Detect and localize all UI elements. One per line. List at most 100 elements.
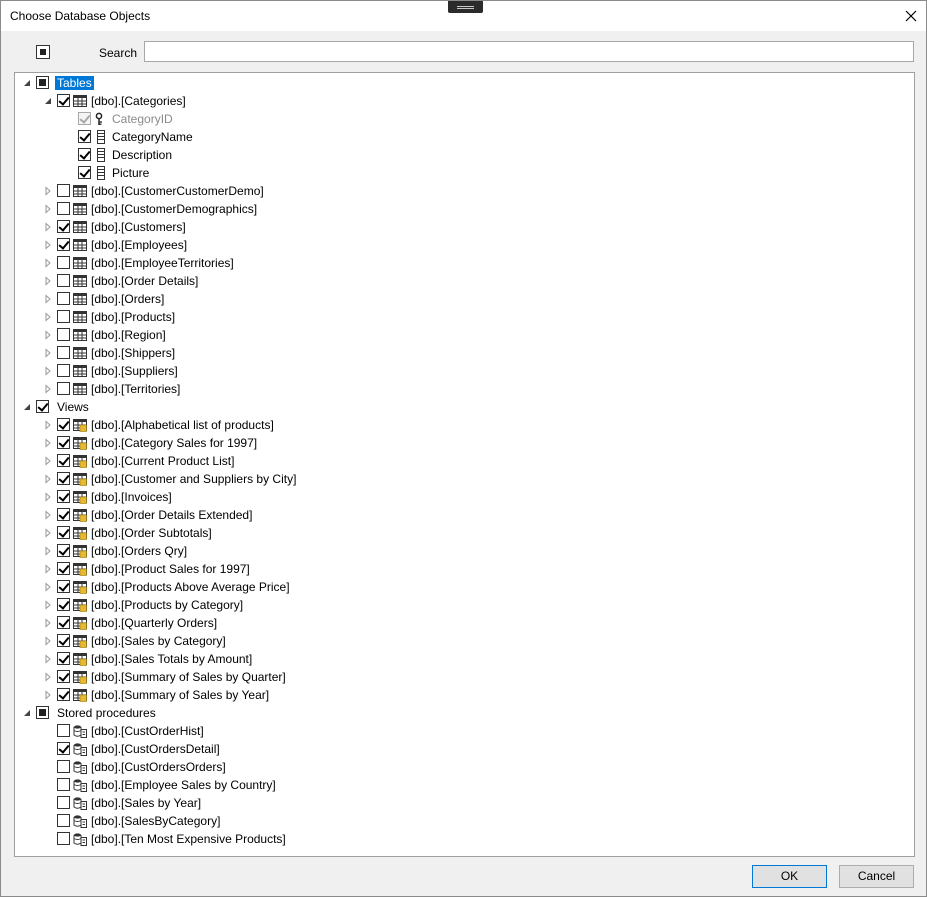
collapse-arrow-icon[interactable] bbox=[43, 96, 53, 106]
expand-arrow-icon[interactable] bbox=[43, 330, 53, 340]
expand-arrow-icon[interactable] bbox=[43, 528, 53, 538]
database-objects-tree[interactable]: Tables [dbo].[Categories] CategoryID Catego… bbox=[14, 72, 915, 857]
tree-procedure-node[interactable]: [dbo].[Employee Sales by Country] bbox=[15, 776, 914, 794]
node-checkbox[interactable] bbox=[57, 742, 70, 755]
tree-table-node[interactable]: [dbo].[EmployeeTerritories] bbox=[15, 254, 914, 272]
expand-arrow-icon[interactable] bbox=[43, 690, 53, 700]
tree-view-node[interactable]: [dbo].[Orders Qry] bbox=[15, 542, 914, 560]
expand-arrow-icon[interactable] bbox=[43, 276, 53, 286]
node-checkbox[interactable] bbox=[57, 472, 70, 485]
expand-arrow-icon[interactable] bbox=[43, 546, 53, 556]
ok-button[interactable]: OK bbox=[752, 865, 827, 888]
tree-view-node[interactable]: [dbo].[Sales Totals by Amount] bbox=[15, 650, 914, 668]
expand-arrow-icon[interactable] bbox=[43, 564, 53, 574]
node-checkbox[interactable] bbox=[57, 562, 70, 575]
expand-arrow-icon[interactable] bbox=[43, 672, 53, 682]
tree-table-node[interactable]: [dbo].[Customers] bbox=[15, 218, 914, 236]
expand-arrow-icon[interactable] bbox=[43, 294, 53, 304]
node-checkbox[interactable] bbox=[57, 832, 70, 845]
expand-arrow-icon[interactable] bbox=[43, 636, 53, 646]
node-checkbox[interactable] bbox=[57, 670, 70, 683]
tree-column-node[interactable]: Description bbox=[15, 146, 914, 164]
tree-table-node[interactable]: [dbo].[CustomerDemographics] bbox=[15, 200, 914, 218]
node-checkbox[interactable] bbox=[57, 256, 70, 269]
node-checkbox[interactable] bbox=[57, 328, 70, 341]
tree-table-node[interactable]: [dbo].[Suppliers] bbox=[15, 362, 914, 380]
tree-view-node[interactable]: [dbo].[Product Sales for 1997] bbox=[15, 560, 914, 578]
expand-arrow-icon[interactable] bbox=[43, 492, 53, 502]
tree-table-node[interactable]: [dbo].[Categories] bbox=[15, 92, 914, 110]
tree-procedure-node[interactable]: [dbo].[CustOrderHist] bbox=[15, 722, 914, 740]
node-checkbox[interactable] bbox=[57, 616, 70, 629]
node-checkbox[interactable] bbox=[57, 796, 70, 809]
node-checkbox[interactable] bbox=[57, 94, 70, 107]
cancel-button[interactable]: Cancel bbox=[839, 865, 914, 888]
tree-view-node[interactable]: [dbo].[Products Above Average Price] bbox=[15, 578, 914, 596]
tree-procedure-node[interactable]: [dbo].[CustOrdersDetail] bbox=[15, 740, 914, 758]
tree-table-node[interactable]: [dbo].[Shippers] bbox=[15, 344, 914, 362]
expand-arrow-icon[interactable] bbox=[43, 582, 53, 592]
node-checkbox[interactable] bbox=[57, 436, 70, 449]
node-checkbox[interactable] bbox=[57, 814, 70, 827]
expand-arrow-icon[interactable] bbox=[43, 240, 53, 250]
tree-view-node[interactable]: [dbo].[Quarterly Orders] bbox=[15, 614, 914, 632]
node-checkbox[interactable] bbox=[57, 508, 70, 521]
tree-table-node[interactable]: [dbo].[Orders] bbox=[15, 290, 914, 308]
expand-arrow-icon[interactable] bbox=[43, 366, 53, 376]
tree-column-node[interactable]: CategoryName bbox=[15, 128, 914, 146]
node-checkbox[interactable] bbox=[36, 706, 49, 719]
expand-arrow-icon[interactable] bbox=[43, 258, 53, 268]
node-checkbox[interactable] bbox=[57, 688, 70, 701]
tree-view-node[interactable]: [dbo].[Sales by Category] bbox=[15, 632, 914, 650]
tree-procedure-node[interactable]: [dbo].[SalesByCategory] bbox=[15, 812, 914, 830]
expand-arrow-icon[interactable] bbox=[43, 186, 53, 196]
node-checkbox[interactable] bbox=[57, 292, 70, 305]
node-checkbox[interactable] bbox=[57, 310, 70, 323]
collapse-arrow-icon[interactable] bbox=[22, 402, 32, 412]
node-checkbox[interactable] bbox=[57, 364, 70, 377]
tree-view-node[interactable]: [dbo].[Alphabetical list of products] bbox=[15, 416, 914, 434]
tree-view-node[interactable]: [dbo].[Order Subtotals] bbox=[15, 524, 914, 542]
expand-arrow-icon[interactable] bbox=[43, 420, 53, 430]
tree-view-node[interactable]: [dbo].[Order Details Extended] bbox=[15, 506, 914, 524]
node-checkbox[interactable] bbox=[57, 274, 70, 287]
select-all-checkbox[interactable] bbox=[36, 45, 50, 59]
collapse-arrow-icon[interactable] bbox=[22, 708, 32, 718]
tree-view-node[interactable]: [dbo].[Products by Category] bbox=[15, 596, 914, 614]
node-checkbox[interactable] bbox=[78, 148, 91, 161]
tree-procedure-node[interactable]: [dbo].[CustOrdersOrders] bbox=[15, 758, 914, 776]
expand-arrow-icon[interactable] bbox=[43, 204, 53, 214]
node-checkbox[interactable] bbox=[36, 400, 49, 413]
tree-table-node[interactable]: [dbo].[Territories] bbox=[15, 380, 914, 398]
node-checkbox[interactable] bbox=[57, 634, 70, 647]
node-checkbox[interactable] bbox=[57, 238, 70, 251]
expand-arrow-icon[interactable] bbox=[43, 618, 53, 628]
tree-view-node[interactable]: [dbo].[Summary of Sales by Quarter] bbox=[15, 668, 914, 686]
tree-group-stored-procedures[interactable]: Stored procedures bbox=[15, 704, 914, 722]
node-checkbox[interactable] bbox=[36, 76, 49, 89]
search-input[interactable] bbox=[144, 41, 914, 62]
close-button[interactable] bbox=[900, 5, 922, 27]
expand-arrow-icon[interactable] bbox=[43, 474, 53, 484]
expand-arrow-icon[interactable] bbox=[43, 600, 53, 610]
tree-column-node[interactable]: Picture bbox=[15, 164, 914, 182]
node-checkbox[interactable] bbox=[57, 760, 70, 773]
tree-view-node[interactable]: [dbo].[Category Sales for 1997] bbox=[15, 434, 914, 452]
node-checkbox[interactable] bbox=[78, 130, 91, 143]
tree-table-node[interactable]: [dbo].[CustomerCustomerDemo] bbox=[15, 182, 914, 200]
expand-arrow-icon[interactable] bbox=[43, 348, 53, 358]
tree-column-node[interactable]: CategoryID bbox=[15, 110, 914, 128]
node-checkbox[interactable] bbox=[57, 544, 70, 557]
node-checkbox[interactable] bbox=[78, 166, 91, 179]
node-checkbox[interactable] bbox=[57, 202, 70, 215]
tree-view-node[interactable]: [dbo].[Customer and Suppliers by City] bbox=[15, 470, 914, 488]
node-checkbox[interactable] bbox=[57, 652, 70, 665]
tree-table-node[interactable]: [dbo].[Products] bbox=[15, 308, 914, 326]
tree-group-tables[interactable]: Tables bbox=[15, 74, 914, 92]
expand-arrow-icon[interactable] bbox=[43, 222, 53, 232]
tree-table-node[interactable]: [dbo].[Region] bbox=[15, 326, 914, 344]
node-checkbox[interactable] bbox=[57, 580, 70, 593]
expand-arrow-icon[interactable] bbox=[43, 654, 53, 664]
tree-group-views[interactable]: Views bbox=[15, 398, 914, 416]
expand-arrow-icon[interactable] bbox=[43, 384, 53, 394]
